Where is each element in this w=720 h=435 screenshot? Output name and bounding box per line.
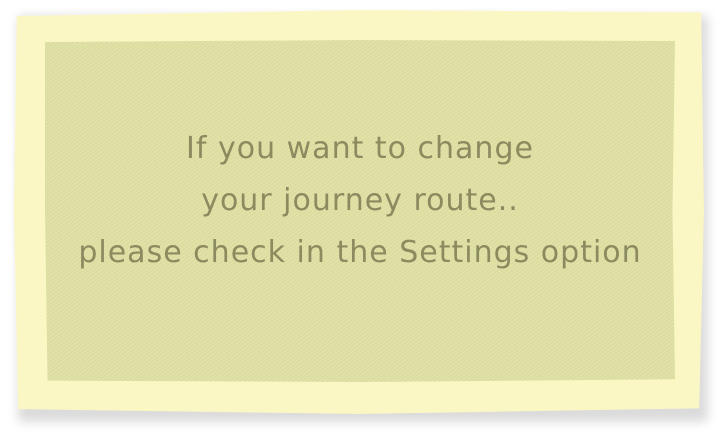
- info-message: If you want to change your journey route…: [78, 123, 641, 279]
- message-line-1: If you want to change: [186, 131, 534, 166]
- info-note-dialog[interactable]: If you want to change your journey route…: [14, 10, 704, 414]
- message-line-2: your journey route..: [201, 183, 519, 218]
- game-screen: If you want to change your journey route…: [0, 0, 720, 435]
- message-line-3: please check in the Settings option: [78, 235, 642, 270]
- note-content-panel: If you want to change your journey route…: [45, 40, 675, 382]
